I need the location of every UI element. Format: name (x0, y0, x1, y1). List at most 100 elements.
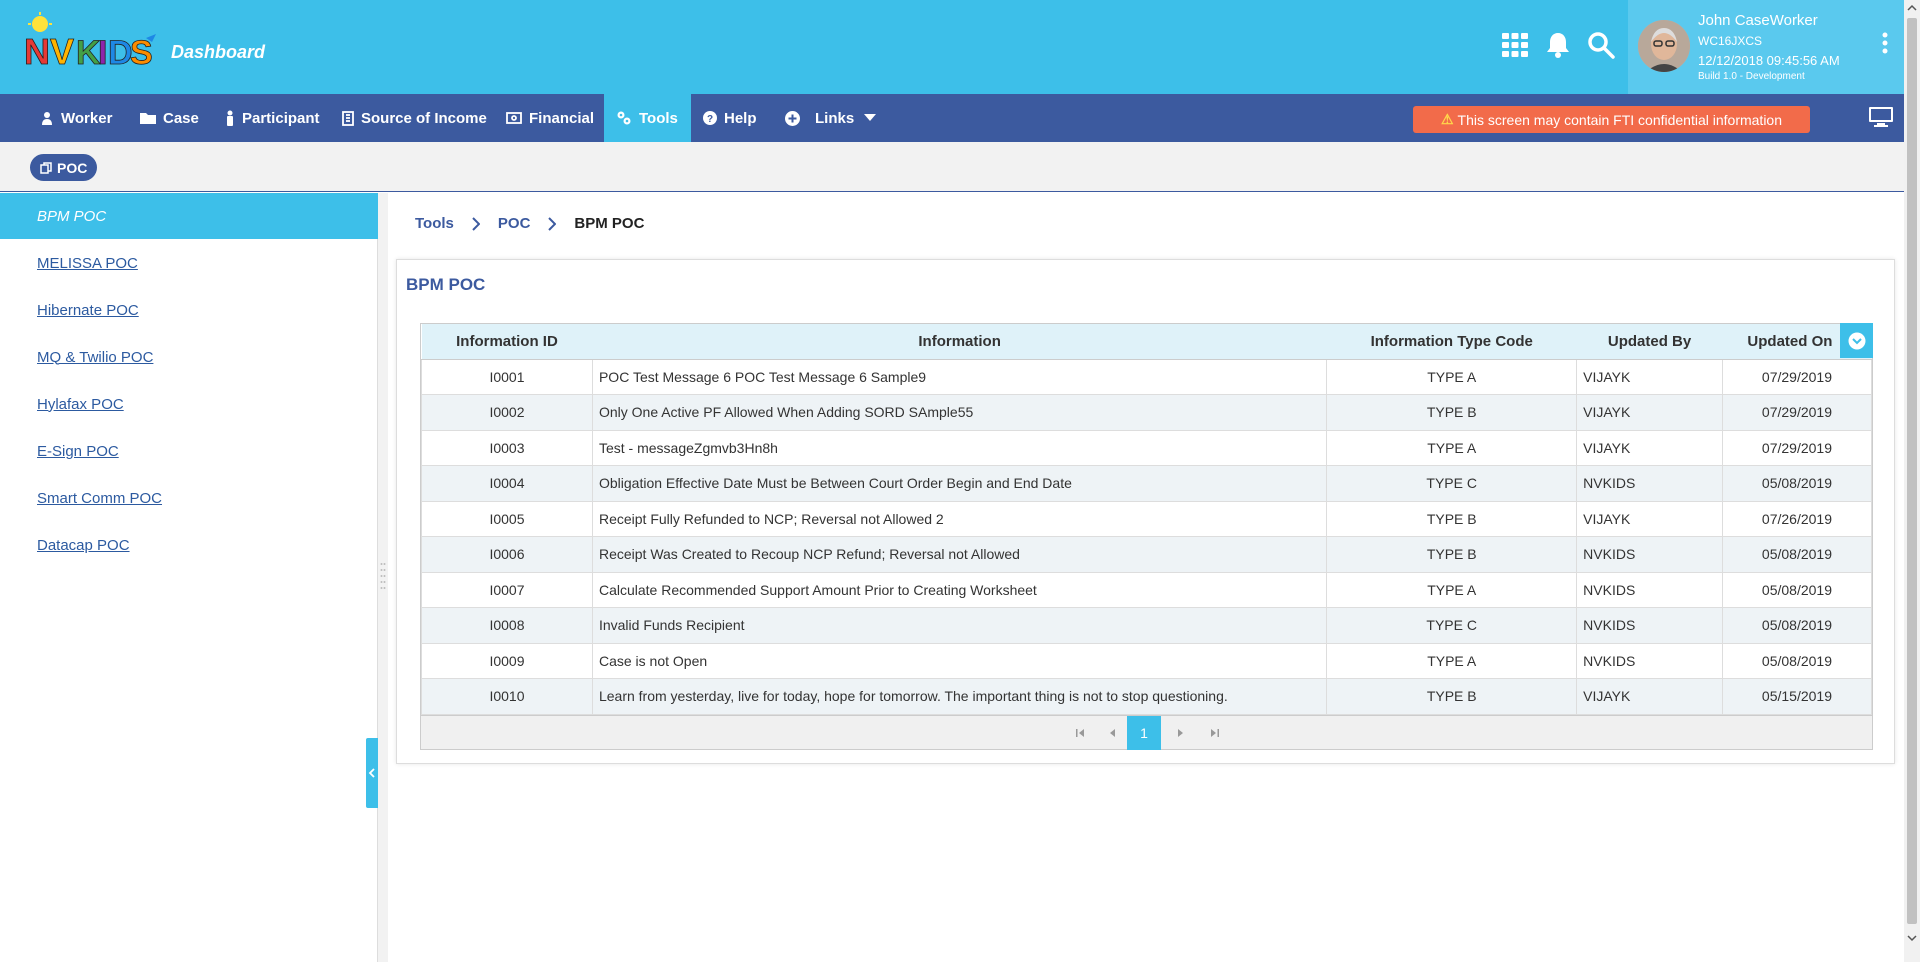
table-row[interactable]: I0003 Test - messageZgmvb3Hn8h TYPE A VIJAY… (421, 429, 1873, 466)
fti-warning-text: This screen may contain FTI confidential… (1457, 111, 1783, 128)
column-menu-button[interactable] (1840, 323, 1873, 358)
page-number-button[interactable]: 1 (1127, 715, 1161, 750)
nav-label: Financial (529, 109, 595, 127)
sidebar-item-esign-poc[interactable]: E-Sign POC (0, 428, 378, 474)
cell-type-code: TYPE A (1326, 358, 1578, 395)
notification-bell-icon[interactable] (1543, 30, 1573, 60)
breadcrumb-poc[interactable]: POC (498, 215, 531, 232)
cell-information: Invalid Funds Recipient (591, 607, 1328, 644)
cell-information: Receipt Was Created to Recoup NCP Refund… (591, 536, 1328, 573)
dashboard-title[interactable]: Dashboard (171, 42, 265, 63)
cell-information-id: I0006 (421, 536, 593, 573)
cell-updated-on: 07/29/2019 (1721, 429, 1873, 466)
nav-worker[interactable]: Worker (30, 94, 155, 142)
cell-information: Obligation Effective Date Must be Betwee… (591, 465, 1328, 502)
previous-page-icon[interactable] (1105, 725, 1121, 741)
chevron-right-icon (472, 216, 480, 231)
table-row[interactable]: I0001 POC Test Message 6 POC Test Message… (421, 358, 1873, 395)
cell-updated-by: VIJAYK (1576, 394, 1723, 431)
resize-grip-icon[interactable] (380, 560, 386, 596)
nav-help[interactable]: ? Help (703, 94, 763, 142)
cell-type-code: TYPE A (1326, 429, 1578, 466)
cell-updated-by: NVKIDS (1576, 571, 1723, 608)
svg-text:D: D (108, 34, 133, 72)
nav-financial[interactable]: Financial (506, 94, 596, 142)
page-scrollbar[interactable] (1904, 0, 1920, 962)
column-header-type-code[interactable]: Information Type Code (1326, 324, 1577, 360)
nvkids-logo[interactable]: N V K I D S (22, 12, 158, 76)
cell-updated-on: 05/08/2019 (1721, 607, 1873, 644)
person-icon (227, 110, 233, 126)
monitor-icon[interactable] (1868, 106, 1894, 133)
table-row[interactable]: I0010 Learn from yesterday, live for toda… (421, 678, 1873, 715)
breadcrumb-tools[interactable]: Tools (415, 215, 454, 232)
sidebar-item-datacap-poc[interactable]: Datacap POC (0, 522, 378, 568)
cell-type-code: TYPE B (1326, 394, 1578, 431)
cell-information: Only One Active PF Allowed When Adding S… (591, 394, 1328, 431)
first-page-icon[interactable] (1073, 725, 1089, 741)
table-row[interactable]: I0009 Case is not Open TYPE A NVKIDS 05/08/2… (421, 642, 1873, 679)
sidebar-collapse-button[interactable] (366, 738, 378, 808)
user-name: John CaseWorker (1698, 12, 1818, 29)
cell-updated-by: VIJAYK (1576, 429, 1723, 466)
fti-warning-banner: ⚠ This screen may contain FTI confidenti… (1413, 106, 1810, 133)
bpm-poc-panel: BPM POC Information ID Information Infor… (396, 259, 1895, 764)
sidebar-item-smart-comm-poc[interactable]: Smart Comm POC (0, 475, 378, 521)
nav-links[interactable]: Links (785, 94, 885, 142)
next-page-icon[interactable] (1172, 725, 1188, 741)
cell-information: Learn from yesterday, live for today, ho… (591, 678, 1328, 715)
svg-text:N: N (24, 31, 50, 72)
column-header-updated-by[interactable]: Updated By (1576, 324, 1723, 360)
poc-tab-pill[interactable]: POC (30, 154, 98, 181)
sidebar-item-hylafax-poc[interactable]: Hylafax POC (0, 381, 378, 427)
table-row[interactable]: I0005 Receipt Fully Refunded to NCP; Reve… (421, 500, 1873, 537)
nav-tools[interactable]: Tools (604, 94, 691, 142)
nav-case[interactable]: Case (140, 94, 220, 142)
sidebar: BPM POC MELISSA POC Hibernate POC MQ & T… (0, 193, 378, 962)
cell-type-code: TYPE B (1326, 678, 1578, 715)
avatar[interactable] (1638, 20, 1690, 72)
cell-information: Case is not Open (591, 642, 1328, 679)
grid-pager: 1 (421, 714, 1872, 750)
table-row[interactable]: I0008 Invalid Funds Recipient TYPE C NVKIDS… (421, 607, 1873, 644)
sidebar-item-melissa-poc[interactable]: MELISSA POC (0, 240, 378, 286)
cell-information-id: I0005 (421, 500, 593, 537)
app-header: N V K I D S Dashboard John CaseWorker WC… (0, 0, 1904, 94)
cell-information-id: I0007 (421, 571, 593, 608)
scroll-up-icon[interactable] (1904, 0, 1920, 16)
cell-updated-by: VIJAYK (1576, 358, 1723, 395)
more-options-icon[interactable] (1878, 30, 1892, 56)
search-icon[interactable] (1586, 30, 1616, 60)
column-header-information-id[interactable]: Information ID (421, 324, 593, 360)
cell-updated-on: 07/29/2019 (1721, 394, 1873, 431)
user-panel[interactable]: John CaseWorker WC16JXCS 12/12/2018 09:4… (1628, 0, 1904, 94)
nav-source-of-income[interactable]: Source of Income (342, 94, 492, 142)
column-header-information[interactable]: Information (592, 324, 1327, 360)
cell-information: Test - messageZgmvb3Hn8h (591, 429, 1328, 466)
nav-participant[interactable]: Participant (225, 94, 325, 142)
cell-updated-on: 05/08/2019 (1721, 642, 1873, 679)
sidebar-item-hibernate-poc[interactable]: Hibernate POC (0, 287, 378, 333)
nav-label: Links (815, 109, 855, 127)
grid-header-row: Information ID Information Information T… (421, 324, 1872, 360)
chevron-left-icon (368, 768, 375, 778)
apps-grid-icon[interactable] (1500, 30, 1530, 60)
cell-type-code: TYPE A (1326, 642, 1578, 679)
table-row[interactable]: I0002 Only One Active PF Allowed When Add… (421, 394, 1873, 431)
cell-updated-on: 05/08/2019 (1721, 571, 1873, 608)
table-row[interactable]: I0006 Receipt Was Created to Recoup NCP R… (421, 536, 1873, 573)
sidebar-item-bpm-poc[interactable]: BPM POC (0, 193, 378, 239)
scroll-thumb[interactable] (1907, 18, 1917, 924)
cell-information-id: I0002 (421, 394, 593, 431)
table-row[interactable]: I0004 Obligation Effective Date Must be B… (421, 465, 1873, 502)
cell-updated-by: NVKIDS (1576, 536, 1723, 573)
table-row[interactable]: I0007 Calculate Recommended Support Amoun… (421, 571, 1873, 608)
cell-updated-on: 05/08/2019 (1721, 465, 1873, 502)
scroll-down-icon[interactable] (1904, 930, 1920, 946)
building-icon (342, 110, 354, 126)
main-nav: Worker Case Participant Source of Income… (0, 94, 1904, 142)
cell-information: POC Test Message 6 POC Test Message 6 Sa… (591, 358, 1328, 395)
sidebar-item-mq-twilio-poc[interactable]: MQ & Twilio POC (0, 334, 378, 380)
money-icon (506, 112, 522, 124)
last-page-icon[interactable] (1206, 725, 1222, 741)
